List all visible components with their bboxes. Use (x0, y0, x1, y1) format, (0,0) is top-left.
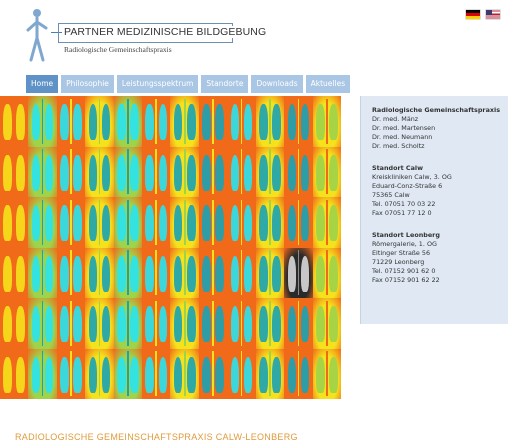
doctor-name: Dr. med. Scholtz (372, 142, 425, 150)
nav-tab-leistungsspektrum[interactable]: Leistungsspektrum (116, 75, 199, 93)
nav-tab-standorte[interactable]: Standorte (201, 75, 249, 93)
nav-tab-aktuelles[interactable]: Aktuelles (305, 75, 351, 93)
leonberg-phone: Tel. 07152 901 62 0 (372, 267, 436, 275)
calw-address-line: Kreiskliniken Calw, 3. OG (372, 173, 452, 181)
site-logo[interactable]: PARTNER MEDIZINISCHE BILDGEBUNG Radiolog… (25, 8, 269, 64)
footer-title: RADIOLOGISCHE GEMEINSCHAFTSPRAXIS CALW-L… (15, 432, 298, 442)
logo-name: PARTNER MEDIZINISCHE BILDGEBUNG (62, 26, 269, 38)
doctor-name: Dr. med. Mänz (372, 115, 419, 123)
logo-subtitle: Radiologische Gemeinschaftspraxis (64, 45, 172, 54)
language-switcher (466, 10, 500, 19)
nav-tab-downloads[interactable]: Downloads (251, 75, 303, 93)
calw-address-line: Eduard-Conz-Straße 6 (372, 182, 443, 190)
flag-us-icon[interactable] (486, 10, 500, 19)
calw-heading: Standort Calw (372, 164, 424, 172)
contact-sidebar: Radiologische Gemeinschaftspraxis Dr. me… (360, 96, 508, 324)
calw-address-line: 75365 Calw (372, 191, 410, 199)
leonberg-fax: Fax 07152 901 62 22 (372, 276, 440, 284)
leonberg-heading: Standort Leonberg (372, 231, 440, 239)
calw-fax: Fax 07051 77 12 0 (372, 209, 432, 217)
nav-tab-home[interactable]: Home (26, 75, 59, 93)
leonberg-address-line: 71229 Leonberg (372, 258, 425, 266)
chest-xray-collage-image (0, 96, 341, 399)
doctor-name: Dr. med. Martensen (372, 124, 436, 132)
nav-tab-philosophie[interactable]: Philosophie (61, 75, 114, 93)
leonberg-address-line: Römergalerie, 1. OG (372, 240, 437, 248)
main-navigation: Home Philosophie Leistungsspektrum Stand… (26, 75, 351, 93)
doctor-name: Dr. med. Neumann (372, 133, 433, 141)
person-figure-icon (26, 9, 48, 62)
flag-de-icon[interactable] (466, 10, 480, 19)
calw-phone: Tel. 07051 70 03 22 (372, 200, 436, 208)
practice-heading: Radiologische Gemeinschaftspraxis (372, 106, 500, 114)
leonberg-address-line: Eltinger Straße 56 (372, 249, 431, 257)
